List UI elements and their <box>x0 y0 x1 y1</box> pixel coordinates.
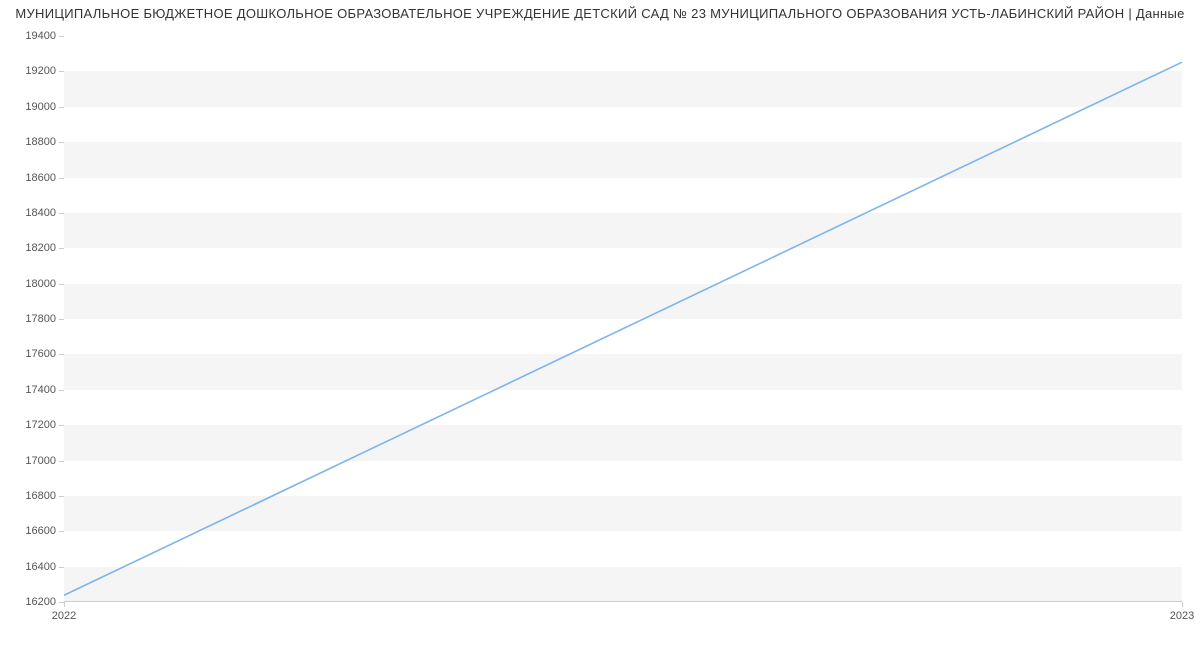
y-tick-mark <box>59 142 64 143</box>
y-tick-mark <box>59 36 64 37</box>
y-tick-label: 19000 <box>8 101 56 113</box>
y-tick-mark <box>59 284 64 285</box>
y-tick-mark <box>59 461 64 462</box>
y-tick-label: 16200 <box>8 596 56 608</box>
y-tick-mark <box>59 567 64 568</box>
y-tick-label: 17600 <box>8 348 56 360</box>
x-tick-mark <box>64 602 65 607</box>
line-series <box>64 36 1182 602</box>
y-tick-label: 18600 <box>8 172 56 184</box>
y-tick-mark <box>59 390 64 391</box>
y-tick-label: 18000 <box>8 278 56 290</box>
y-tick-mark <box>59 213 64 214</box>
y-tick-mark <box>59 354 64 355</box>
y-tick-mark <box>59 425 64 426</box>
chart-container: 16200 16400 16600 16800 17000 17200 17400 17600… <box>0 26 1200 620</box>
y-tick-mark <box>59 71 64 72</box>
y-tick-mark <box>59 319 64 320</box>
y-tick-label: 18400 <box>8 207 56 219</box>
y-tick-label: 19400 <box>8 30 56 42</box>
y-tick-mark <box>59 178 64 179</box>
x-tick-mark <box>1182 602 1183 607</box>
y-tick-label: 17800 <box>8 313 56 325</box>
y-tick-label: 16400 <box>8 561 56 573</box>
y-tick-mark <box>59 531 64 532</box>
x-tick-label: 2023 <box>1170 610 1194 622</box>
y-tick-mark <box>59 248 64 249</box>
y-tick-label: 18800 <box>8 136 56 148</box>
y-tick-label: 17200 <box>8 419 56 431</box>
y-tick-label: 19200 <box>8 65 56 77</box>
chart-title: МУНИЦИПАЛЬНОЕ БЮДЖЕТНОЕ ДОШКОЛЬНОЕ ОБРАЗ… <box>0 0 1200 25</box>
y-tick-label: 17000 <box>8 455 56 467</box>
x-tick-label: 2022 <box>52 610 76 622</box>
y-tick-label: 17400 <box>8 384 56 396</box>
plot-area: 1620016400166001680017000172001740017600… <box>64 36 1182 602</box>
y-tick-label: 18200 <box>8 242 56 254</box>
y-tick-label: 16600 <box>8 525 56 537</box>
y-tick-label: 16800 <box>8 490 56 502</box>
y-tick-mark <box>59 496 64 497</box>
y-tick-mark <box>59 107 64 108</box>
